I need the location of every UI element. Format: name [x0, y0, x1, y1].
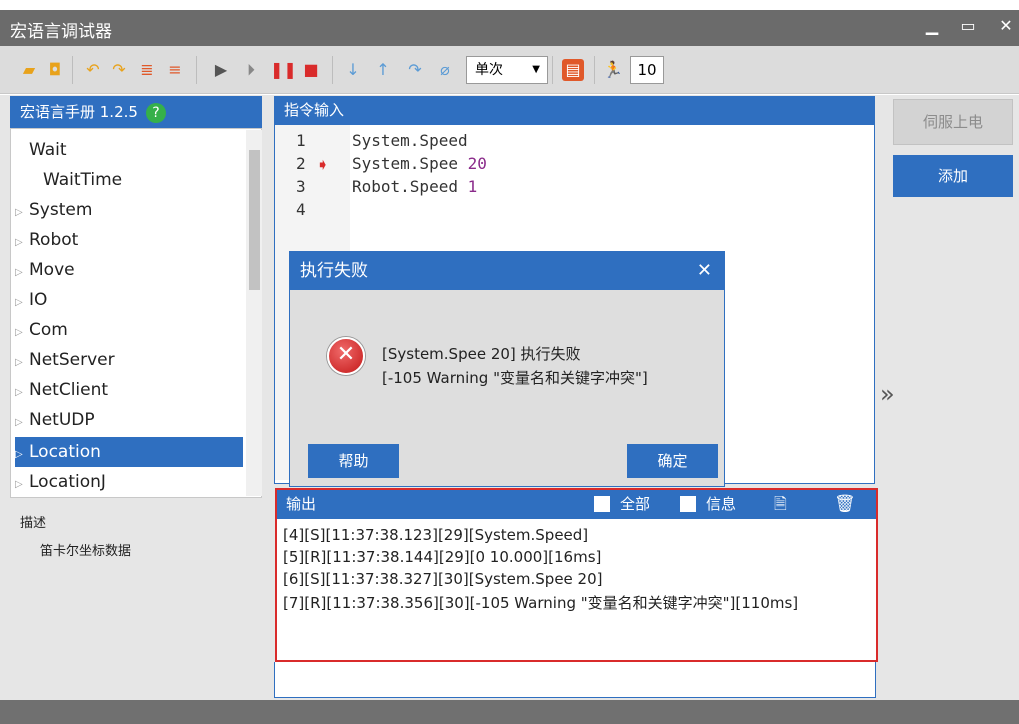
dialog-close-icon[interactable]: ✕	[697, 252, 712, 290]
toolbar-separator	[196, 56, 197, 84]
maximize-button[interactable]: ▭	[956, 16, 980, 35]
expand-arrow-icon: ▷	[15, 327, 23, 338]
tree-item[interactable]: ▷ System	[15, 195, 243, 225]
code-line: System.Speed	[352, 131, 468, 150]
expand-arrow-icon: ▷	[15, 237, 23, 248]
toolbar-separator	[332, 56, 333, 84]
line-number: 3	[296, 177, 306, 196]
step-into-icon[interactable]: ↓	[342, 59, 364, 81]
run-icon[interactable]: ▶	[210, 59, 232, 81]
line-number: 2	[296, 154, 306, 173]
description-title: 描述	[20, 516, 47, 531]
step-out-icon[interactable]: ↑	[372, 59, 394, 81]
expand-arrow-icon: ▷	[15, 449, 23, 460]
current-line-arrow-icon: ➧	[316, 155, 330, 174]
running-man-icon: 🏃	[603, 60, 623, 79]
expand-arrow-icon: ▷	[15, 479, 23, 490]
expand-arrow-icon: ▷	[15, 267, 23, 278]
chevron-down-icon: ▼	[532, 64, 540, 75]
repeat-count-input[interactable]: 10	[630, 56, 664, 84]
undo-icon[interactable]: ↶	[82, 59, 104, 81]
command-input-header: 指令输入	[274, 96, 875, 124]
open-folder-icon[interactable]: ▰	[18, 59, 40, 81]
error-icon: ✕	[327, 337, 365, 375]
tree-item[interactable]: ▷ Robot	[15, 225, 243, 255]
tree-item[interactable]: ▷ IO	[15, 285, 243, 315]
code-line: System.Spee 20	[352, 154, 487, 173]
tree-item[interactable]: ▷ NetServer	[15, 345, 243, 375]
expand-arrow-icon: ▷	[15, 207, 23, 218]
redo-icon[interactable]: ↷	[108, 59, 130, 81]
description-text: 笛卡尔坐标数据	[40, 544, 132, 559]
close-button[interactable]: ✕	[994, 16, 1018, 35]
expand-arrow-icon: ▷	[15, 297, 23, 308]
tree-item-selected[interactable]: ▷ Location	[15, 437, 243, 467]
add-button[interactable]: 添加	[893, 155, 1013, 197]
title-bar: 宏语言调试器 ▁ ▭ ✕	[0, 10, 1019, 46]
dialog-header: 执行失败 ✕	[290, 252, 724, 290]
manual-header: 宏语言手册 1.2.5?	[10, 96, 262, 128]
run-mode-select[interactable]: 单次 ▼	[466, 56, 548, 84]
line-number: 1	[296, 131, 306, 150]
tree-item[interactable]: WaitTime	[29, 165, 257, 195]
step-run-icon[interactable]: ⏵	[240, 59, 262, 81]
message-icon[interactable]: ▤	[562, 59, 584, 81]
expand-arrow-icon: ▷	[15, 387, 23, 398]
tree-item[interactable]: ▷ Move	[15, 255, 243, 285]
tree-item[interactable]: ▷ Com	[15, 315, 243, 345]
output-panel-footer	[274, 662, 876, 698]
expand-panel-icon[interactable]: »	[880, 380, 895, 408]
run-mode-value: 单次	[475, 62, 503, 78]
status-bar	[0, 700, 1019, 724]
manual-title: 宏语言手册 1.2.5	[20, 103, 138, 121]
comment-lines-icon[interactable]: ≣	[136, 59, 158, 81]
error-message-line: [-105 Warning "变量名和关键字冲突"]	[382, 369, 648, 387]
ok-button[interactable]: 确定	[627, 444, 718, 478]
toolbar: ▰ ◘ ↶ ↷ ≣ ≡ ▶ ⏵ ❚❚ ■ ↓ ↑ ↷ ⌀ 单次 ▼ ▤ 🏃 10	[0, 46, 1019, 94]
output-highlight-frame	[275, 488, 878, 662]
toolbar-separator	[72, 56, 73, 84]
code-line: Robot.Speed 1	[352, 177, 478, 196]
window-title: 宏语言调试器	[10, 22, 112, 42]
save-icon[interactable]: ◘	[44, 59, 66, 81]
command-tree: Wait WaitTime ▷ System ▷ Robot ▷ Move ▷ IO ▷…	[10, 128, 262, 498]
scrollbar-thumb[interactable]	[249, 150, 260, 290]
toolbar-separator	[552, 56, 553, 84]
tree-item[interactable]: ▷ NetUDP	[15, 405, 243, 435]
dialog-title: 执行失败	[300, 261, 368, 281]
step-over-icon[interactable]: ↷	[404, 59, 426, 81]
servo-power-button[interactable]: 伺服上电	[893, 99, 1013, 145]
tree-item[interactable]: ▷ NetClient	[15, 375, 243, 405]
line-number: 4	[296, 200, 306, 219]
expand-arrow-icon: ▷	[15, 417, 23, 428]
tree-item[interactable]: ▷ LocationJ	[15, 467, 243, 497]
tree-item[interactable]: Wait	[15, 135, 243, 165]
help-icon[interactable]: ?	[145, 102, 166, 123]
error-message-line: [System.Spee 20] 执行失败	[382, 345, 581, 363]
clear-breakpoints-icon[interactable]: ⌀	[434, 59, 456, 81]
pause-icon[interactable]: ❚❚	[270, 59, 297, 81]
expand-arrow-icon: ▷	[15, 357, 23, 368]
description-panel: 描述 笛卡尔坐标数据	[10, 500, 262, 698]
toolbar-separator	[594, 56, 595, 84]
uncomment-lines-icon[interactable]: ≡	[164, 59, 186, 81]
help-button[interactable]: 帮助	[308, 444, 399, 478]
stop-icon[interactable]: ■	[300, 59, 322, 81]
minimize-button[interactable]: ▁	[920, 16, 944, 35]
